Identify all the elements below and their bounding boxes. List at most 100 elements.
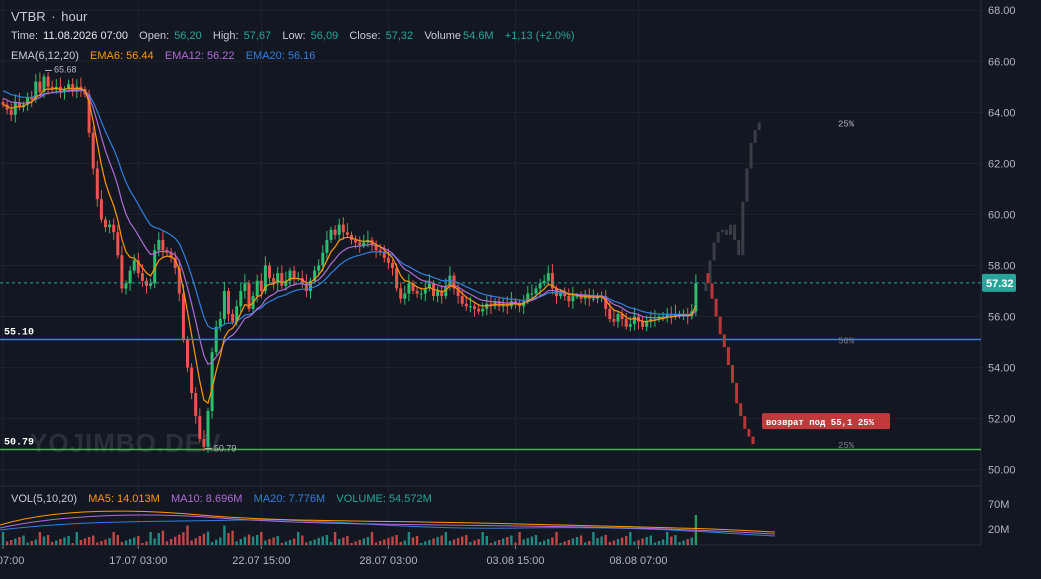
volume-bar xyxy=(383,539,386,545)
volume-bar xyxy=(407,532,411,545)
volume-bar xyxy=(329,542,333,545)
volume-bar xyxy=(178,534,181,545)
volume-bar xyxy=(489,543,493,545)
scenario-up-candle xyxy=(716,232,720,243)
change-value: +1,13 (+2.0%) xyxy=(504,30,575,42)
y-axis-tick-label: 56.00 xyxy=(988,312,1016,324)
volume-bar xyxy=(526,538,529,545)
volume-bar xyxy=(38,532,42,545)
candle-body xyxy=(145,280,148,286)
high-marker-label: 65.68 xyxy=(54,64,77,74)
scenario-down-candle xyxy=(731,365,734,383)
volume-bar xyxy=(452,539,456,545)
volume-bar xyxy=(391,536,394,545)
candle-body xyxy=(591,298,595,300)
price-chart[interactable]: 68.00 66.00 64.00 62.00 60.00 58.00 56.00 54.00… xyxy=(0,0,1041,574)
volume-bar xyxy=(137,536,140,545)
volume-bar xyxy=(284,541,288,545)
open-label: Open: xyxy=(139,30,170,42)
volume-bar xyxy=(100,541,103,545)
volume-bar xyxy=(575,537,579,545)
close-value: 57,32 xyxy=(385,30,414,42)
candle-body xyxy=(161,239,165,251)
volume-bar xyxy=(424,541,427,545)
volume-bar xyxy=(415,536,419,545)
volume-bar xyxy=(563,541,566,545)
volume-bar xyxy=(670,536,673,545)
volume-bar xyxy=(600,536,603,545)
current-price-label: 57.32 xyxy=(986,278,1014,290)
volume-bar xyxy=(288,540,292,545)
volume-bar xyxy=(645,537,648,545)
volume-bar xyxy=(538,542,542,545)
volume-bar xyxy=(579,535,583,545)
candle-body xyxy=(46,76,50,87)
volume-bar xyxy=(149,532,152,545)
volume-bar xyxy=(625,536,628,545)
volume-bar xyxy=(485,536,488,545)
candle-body xyxy=(116,232,120,256)
volume-bar xyxy=(592,532,595,545)
candle-body xyxy=(473,306,476,309)
candle-body xyxy=(280,273,284,286)
volume-bar xyxy=(584,542,587,545)
volume-bar xyxy=(461,536,464,545)
volume-bar xyxy=(674,535,677,545)
volume-bar xyxy=(342,537,345,545)
vol-ma20-value: MA20: 7.776M xyxy=(253,493,326,505)
candle-body xyxy=(645,321,649,327)
volume-bar xyxy=(116,535,119,545)
volume-bar xyxy=(514,542,517,545)
candle-body xyxy=(345,232,349,235)
vol-ma10-value: MA10: 8.696M xyxy=(170,493,243,505)
scenario-up-candle xyxy=(753,130,757,143)
volume-value: 54.6M xyxy=(463,30,494,42)
volume-bar xyxy=(481,532,484,545)
y-axis-tick-label: 62.00 xyxy=(988,158,1016,170)
vol-indicator-label: VOL(5,10,20) xyxy=(11,493,78,505)
volume-bar xyxy=(465,535,468,545)
ema-legend: EMA(6,12,20) EMA6: 56.44 EMA12: 56.22 EM… xyxy=(11,50,317,62)
volume-bar xyxy=(567,540,570,545)
scenario-down-candle xyxy=(735,382,739,404)
volume-bar xyxy=(493,541,497,545)
candle-body xyxy=(120,255,124,289)
candle-body xyxy=(227,291,230,314)
volume-bar xyxy=(370,532,374,545)
ema-indicator-label: EMA(6,12,20) xyxy=(11,50,79,62)
volume-bar xyxy=(333,532,337,545)
volume-bar xyxy=(358,540,361,545)
scenario-down-candle xyxy=(751,436,755,445)
volume-bar xyxy=(153,538,156,545)
candle-body xyxy=(317,265,321,271)
volume-bar xyxy=(243,536,247,545)
volume-bar xyxy=(633,541,636,545)
ema12-value: EMA12: 56.22 xyxy=(164,50,235,62)
volume-bar xyxy=(210,542,214,545)
volume-bar xyxy=(276,536,279,545)
volume-bar xyxy=(30,541,33,545)
volume-bar xyxy=(235,541,238,545)
vol-axis-tick-label: 70M xyxy=(988,499,1009,511)
candle-body xyxy=(407,283,411,294)
volume-bar xyxy=(444,532,447,545)
volume-bar xyxy=(169,539,173,545)
volume-bar xyxy=(436,537,439,545)
time-label: Time: xyxy=(11,30,39,42)
volume-bar xyxy=(477,539,480,545)
volume-bar xyxy=(469,542,472,545)
candle-body xyxy=(337,224,341,235)
candle-body xyxy=(546,273,550,281)
candle-body xyxy=(149,283,153,286)
scenario-mid-label: 50% xyxy=(838,337,855,347)
volume-bar xyxy=(399,542,402,545)
candle-body xyxy=(632,316,636,325)
watermark-text: YOJIMBO.DEV xyxy=(30,428,222,458)
scenario-up-candle xyxy=(712,242,716,261)
volume-bar xyxy=(55,540,58,545)
volume-bar xyxy=(629,532,632,545)
volume-bar xyxy=(26,542,29,545)
volume-bar xyxy=(219,537,222,545)
candle-body xyxy=(186,339,189,368)
candle-body xyxy=(395,268,399,289)
